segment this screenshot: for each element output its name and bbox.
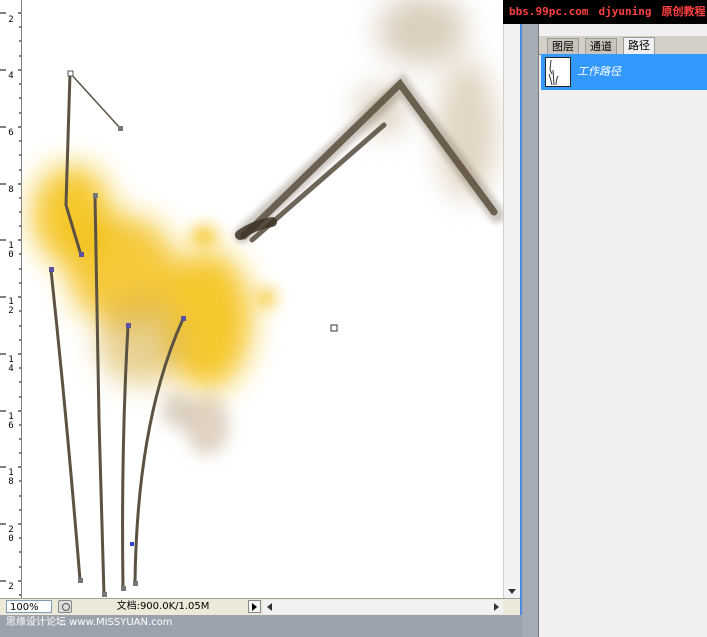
horizontal-scrollbar[interactable] — [263, 600, 503, 614]
zoom-field[interactable]: 100% — [6, 600, 52, 613]
ruler-ticks — [0, 12, 21, 596]
tab-paths[interactable]: 路径 — [623, 37, 655, 55]
status-menu-arrow-icon[interactable] — [248, 600, 261, 613]
path-thumbnail — [545, 57, 571, 87]
path-thumbnail-icon — [548, 59, 559, 86]
scroll-down-arrow-icon[interactable] — [508, 589, 516, 594]
document-window: 2 4 6 8 1 0 1 2 1 4 1 6 1 8 2 0 2 100% 文… — [0, 0, 522, 615]
scroll-right-arrow-icon[interactable] — [494, 603, 499, 611]
vertical-scrollbar[interactable] — [503, 0, 520, 598]
artwork — [32, 0, 503, 597]
scroll-left-arrow-icon[interactable] — [267, 603, 272, 611]
watermark-user: djyuning — [598, 5, 652, 18]
workspace-background — [522, 0, 538, 637]
vertical-ruler: 2 4 6 8 1 0 1 2 1 4 1 6 1 8 2 0 2 — [0, 0, 22, 598]
paths-panel: 图层 通道 路径 工作路径 — [538, 0, 707, 637]
panel-tabs: 图层 通道 路径 — [539, 36, 707, 55]
tab-layers[interactable]: 图层 — [547, 38, 579, 54]
watermark-site: bbs.99pc.com — [509, 5, 589, 18]
watermark-top: bbs.99pc.com djyuning 原创教程 — [503, 0, 707, 24]
tab-channels[interactable]: 通道 — [585, 38, 617, 54]
document-info: 文档:900.0K/1.05M — [116, 601, 210, 612]
status-icon[interactable] — [58, 600, 72, 613]
path-name: 工作路径 — [577, 65, 621, 78]
status-bar: 100% 文档:900.0K/1.05M — [0, 598, 520, 615]
watermark-bottom: 思缘设计论坛 www.MISSYUAN.com — [0, 615, 522, 637]
canvas[interactable] — [22, 0, 503, 598]
path-list-item[interactable]: 工作路径 — [541, 54, 707, 90]
watermark-label: 原创教程 — [661, 5, 706, 18]
